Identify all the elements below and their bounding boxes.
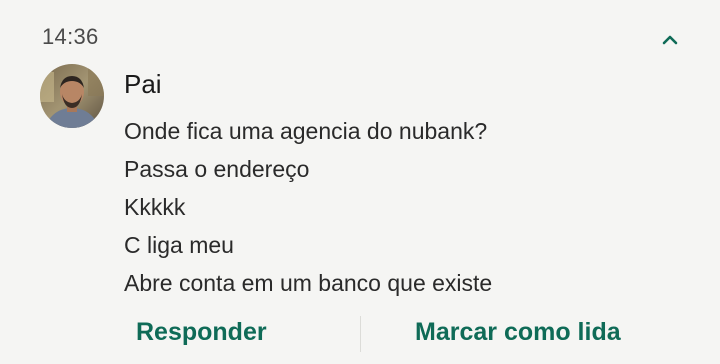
contact-photo-icon: [40, 64, 104, 128]
message-line: Onde fica uma agencia do nubank?: [124, 118, 488, 144]
notification-time: 14:36: [42, 24, 99, 49]
sender-name: Pai: [124, 69, 162, 99]
message-notification[interactable]: 14:36 Pai Onde fica uma agencia do nuban…: [0, 0, 720, 364]
message-line: Abre conta em um banco que existe: [124, 270, 493, 296]
avatar: [40, 64, 104, 128]
message-line: Kkkkk: [124, 194, 186, 220]
action-divider: [360, 316, 361, 352]
notification-actions: Responder Marcar como lida: [0, 306, 720, 358]
chevron-up-icon: [662, 35, 678, 45]
mark-as-read-button[interactable]: Marcar como lida: [415, 306, 621, 358]
reply-button[interactable]: Responder: [136, 306, 267, 358]
message-line: Passa o endereço: [124, 156, 310, 182]
collapse-button[interactable]: [652, 22, 688, 58]
message-line: C liga meu: [124, 232, 234, 258]
message-list: Onde fica uma agencia do nubank? Passa o…: [124, 112, 492, 302]
